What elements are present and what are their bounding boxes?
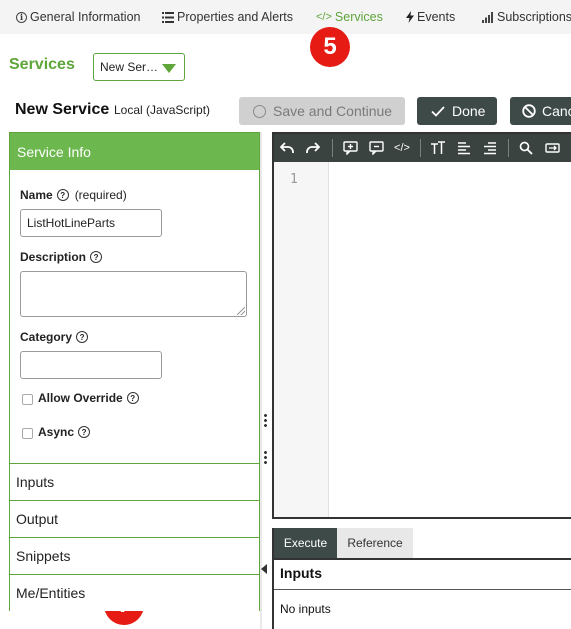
tab-events[interactable]: Events (406, 7, 455, 27)
async-text: Async (38, 425, 75, 439)
service-select-dropdown[interactable]: New Ser… (93, 53, 185, 81)
drag-handle-icon[interactable] (264, 450, 267, 464)
tab-label: General Information (30, 10, 141, 24)
cancel-button[interactable]: Canc (510, 97, 571, 125)
inputs-heading: Inputs (280, 565, 322, 581)
required-note: (required) (74, 188, 127, 202)
code-editor: </> 1 (272, 132, 571, 519)
service-type-label: Local (JavaScript) (114, 103, 211, 117)
tab-services[interactable]: </> Services (316, 7, 383, 27)
service-select-value: New Ser… (100, 60, 159, 74)
undo-icon[interactable] (278, 138, 296, 158)
service-info-panel: Service Info Name ? (required) ListHotLi… (9, 132, 260, 611)
text-size-icon[interactable] (429, 138, 447, 158)
help-icon[interactable]: ? (56, 189, 69, 201)
toolbar-separator (420, 139, 421, 157)
resize-grip-icon[interactable] (237, 307, 245, 315)
category-input[interactable] (20, 351, 162, 379)
collapse-arrow-icon[interactable] (261, 564, 267, 574)
signal-icon (482, 11, 494, 23)
help-icon[interactable]: ? (126, 392, 139, 404)
done-button-label: Done (452, 103, 486, 119)
allow-override-text: Allow Override (38, 391, 123, 405)
help-icon[interactable]: ? (90, 251, 103, 263)
editor-toolbar: </> (274, 134, 571, 162)
toolbar-separator (332, 139, 333, 157)
done-button[interactable]: Done (417, 97, 497, 125)
line-number-gutter (274, 162, 329, 517)
tab-label: Properties and Alerts (177, 10, 294, 24)
redo-icon[interactable] (304, 138, 322, 158)
tab-execute[interactable]: Execute (274, 528, 337, 558)
description-label: Description ? (20, 250, 103, 264)
info-circle-icon: i (16, 11, 27, 23)
divider (274, 589, 571, 590)
splitter-bar (260, 132, 262, 629)
panel-splitter[interactable] (260, 132, 272, 629)
page-title: New Service (15, 101, 110, 118)
description-textarea[interactable] (20, 271, 247, 317)
service-info-header[interactable]: Service Info (10, 133, 259, 170)
list-icon (162, 11, 174, 23)
line-number: 1 (290, 172, 298, 187)
replace-icon[interactable] (543, 138, 561, 158)
name-label-text: Name (20, 188, 53, 202)
tab-label: Events (417, 10, 456, 24)
toolbar-separator (508, 139, 509, 157)
help-icon[interactable]: ? (76, 331, 89, 343)
ban-icon (522, 104, 536, 118)
section-output[interactable]: Output (10, 500, 259, 537)
async-checkbox[interactable] (22, 428, 33, 439)
code-icon[interactable]: </> (393, 138, 411, 158)
tab-label: Services (334, 10, 383, 24)
services-title: Services (9, 56, 75, 73)
tab-properties-and-alerts[interactable]: Properties and Alerts (162, 7, 293, 27)
top-nav: i General Information Properties and Ale… (0, 0, 571, 34)
allow-override-label: Allow Override ? (38, 391, 139, 405)
tab-reference[interactable]: Reference (337, 528, 413, 558)
allow-override-checkbox[interactable] (22, 394, 33, 405)
align-right-icon[interactable] (481, 138, 499, 158)
name-label: Name ? (required) (20, 188, 127, 202)
section-me-entities[interactable]: Me/Entities (10, 574, 259, 611)
tab-label: Subscriptions (497, 10, 571, 24)
name-input[interactable]: ListHotLineParts (20, 209, 162, 237)
divider (274, 558, 571, 560)
drag-handle-icon[interactable] (264, 413, 267, 427)
callout-badge-5: 5 (310, 27, 350, 67)
add-comment-icon[interactable] (341, 138, 359, 158)
section-snippets[interactable]: Snippets (10, 537, 259, 574)
no-inputs-message: No inputs (280, 602, 331, 616)
save-and-continue-button[interactable]: Save and Continue (239, 97, 405, 125)
section-inputs[interactable]: Inputs (10, 463, 259, 500)
execute-panel: Execute Reference Inputs No inputs (272, 528, 571, 629)
async-label: Async ? (38, 425, 91, 439)
help-icon[interactable]: ? (78, 426, 91, 438)
search-icon[interactable] (517, 138, 535, 158)
remove-comment-icon[interactable] (367, 138, 385, 158)
code-icon: </> (316, 11, 332, 23)
tab-general-information[interactable]: i General Information (16, 7, 140, 27)
dropdown-triangle-icon (162, 64, 176, 73)
name-input-value: ListHotLineParts (27, 216, 116, 230)
lightning-icon (406, 11, 414, 23)
save-button-label: Save and Continue (273, 103, 393, 119)
category-label: Category ? (20, 330, 89, 344)
cancel-button-label: Canc (542, 103, 571, 119)
category-label-text: Category (20, 330, 73, 344)
align-left-icon[interactable] (455, 138, 473, 158)
description-label-text: Description (20, 250, 87, 264)
checkmark-icon (431, 105, 445, 117)
tab-subscriptions[interactable]: Subscriptions (482, 7, 571, 27)
circle-icon (253, 104, 266, 118)
